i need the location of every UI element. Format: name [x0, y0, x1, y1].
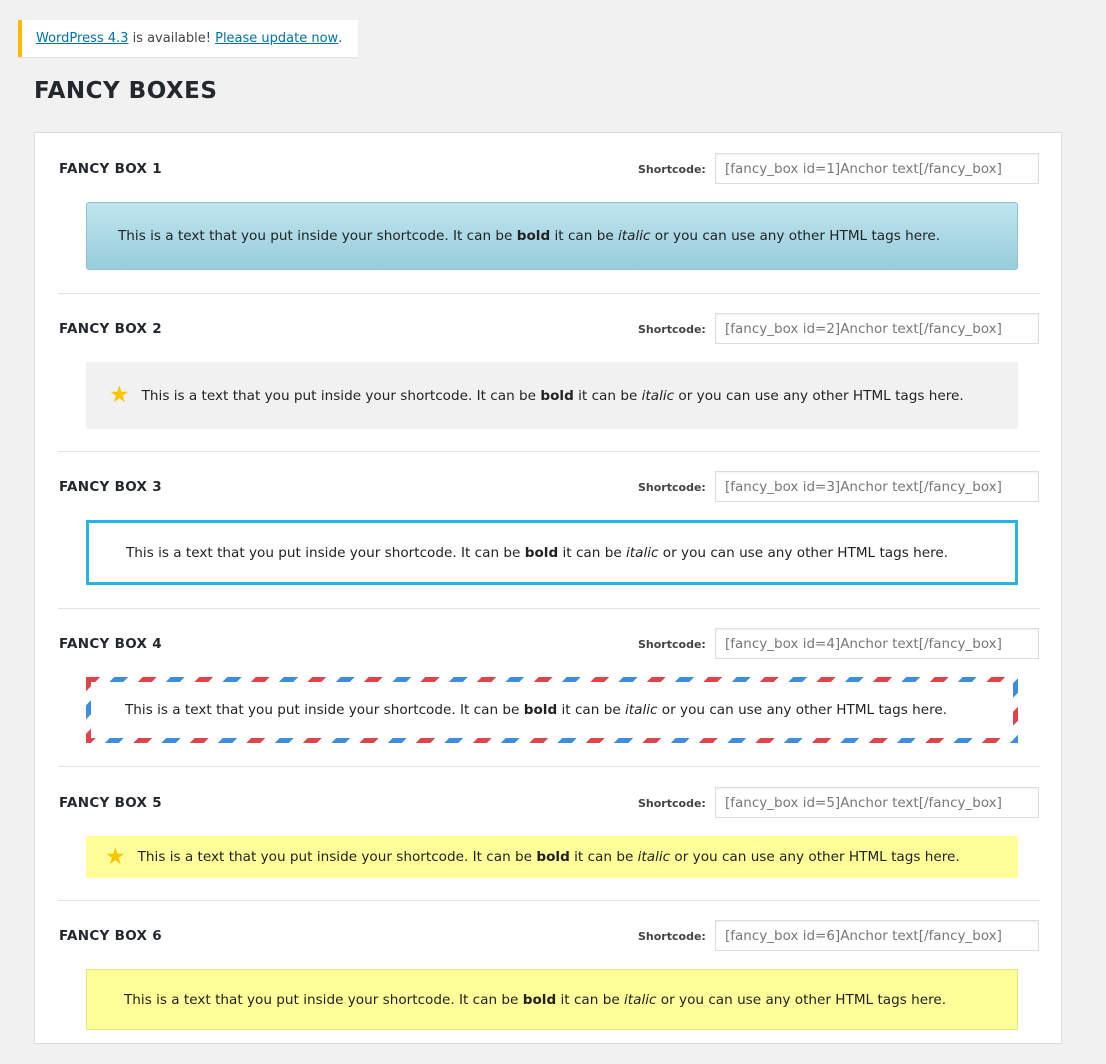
- fancy-box-section-3: FANCY BOX 3 Shortcode: This is a text th…: [58, 471, 1040, 611]
- update-notice: WordPress 4.3 is available! Please updat…: [18, 20, 359, 57]
- shortcode-input[interactable]: [715, 628, 1039, 659]
- shortcode-label: Shortcode:: [638, 163, 706, 176]
- shortcode-label: Shortcode:: [638, 797, 706, 810]
- fancy-box-section-6: FANCY BOX 6 Shortcode: This is a text th…: [58, 920, 1040, 1040]
- fancy-box-preview-1: This is a text that you put inside your …: [86, 202, 1018, 270]
- page-title: FANCY BOXES: [34, 78, 218, 104]
- notice-period: .: [338, 31, 343, 46]
- fancy-box-title: FANCY BOX 1: [59, 161, 162, 177]
- update-now-link[interactable]: Please update now: [215, 31, 338, 46]
- fancy-box-title: FANCY BOX 5: [59, 795, 162, 811]
- box-text: This is a text that you put inside your …: [137, 849, 960, 865]
- divider: [58, 766, 1040, 767]
- fancy-box-preview-5: ★ This is a text that you put inside you…: [86, 836, 1018, 878]
- fancy-box-section-1: FANCY BOX 1 Shortcode: This is a text th…: [58, 153, 1040, 293]
- shortcode-label: Shortcode:: [638, 638, 706, 651]
- fancy-box-preview-6: This is a text that you put inside your …: [86, 969, 1018, 1030]
- fancy-box-title: FANCY BOX 6: [59, 928, 162, 944]
- box-text: This is a text that you put inside your …: [141, 387, 964, 404]
- box-text: This is a text that you put inside your …: [125, 702, 948, 718]
- shortcode-label: Shortcode:: [638, 481, 706, 494]
- divider: [58, 608, 1040, 609]
- fancy-box-section-5: FANCY BOX 5 Shortcode: ★ This is a text …: [58, 787, 1040, 907]
- fancy-box-preview-2: ★ This is a text that you put inside you…: [86, 362, 1018, 429]
- shortcode-label: Shortcode:: [638, 930, 706, 943]
- box-text: This is a text that you put inside your …: [126, 544, 949, 561]
- fancy-box-title: FANCY BOX 4: [59, 636, 162, 652]
- shortcode-input[interactable]: [715, 153, 1039, 184]
- box-text: This is a text that you put inside your …: [124, 991, 947, 1008]
- box-text: This is a text that you put inside your …: [118, 228, 941, 244]
- star-icon: ★: [105, 843, 126, 870]
- divider: [58, 293, 1040, 294]
- shortcode-input[interactable]: [715, 920, 1039, 951]
- notice-text: is available!: [128, 31, 216, 46]
- fancy-boxes-panel: FANCY BOX 1 Shortcode: This is a text th…: [34, 132, 1062, 1044]
- shortcode-input[interactable]: [715, 471, 1039, 502]
- shortcode-label: Shortcode:: [638, 323, 706, 336]
- divider: [58, 451, 1040, 452]
- fancy-box-section-4: FANCY BOX 4 Shortcode: This is a text th…: [58, 628, 1040, 768]
- wordpress-version-link[interactable]: WordPress 4.3: [36, 31, 128, 46]
- airmail-box-inner: This is a text that you put inside your …: [91, 682, 1013, 738]
- fancy-box-preview-4: This is a text that you put inside your …: [86, 677, 1018, 743]
- shortcode-input[interactable]: [715, 787, 1039, 818]
- fancy-box-section-2: FANCY BOX 2 Shortcode: ★ This is a text …: [58, 313, 1040, 453]
- fancy-box-title: FANCY BOX 2: [59, 321, 162, 337]
- shortcode-input[interactable]: [715, 313, 1039, 344]
- star-icon: ★: [109, 382, 130, 408]
- fancy-box-title: FANCY BOX 3: [59, 479, 162, 495]
- fancy-box-preview-3: This is a text that you put inside your …: [86, 520, 1018, 585]
- divider: [58, 900, 1040, 901]
